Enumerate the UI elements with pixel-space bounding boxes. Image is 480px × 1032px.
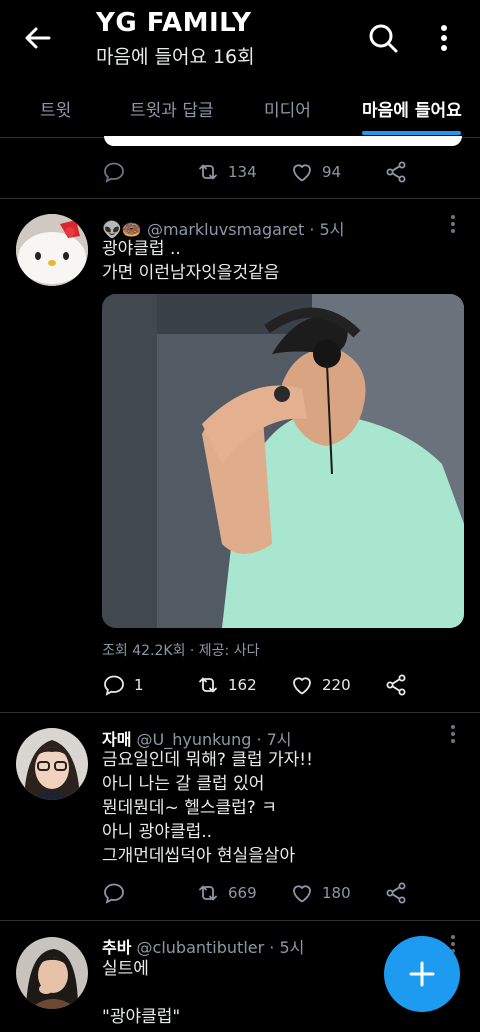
retweet-count: 162 [228, 676, 257, 694]
back-arrow-icon[interactable] [22, 22, 54, 54]
retweet-count: 669 [228, 884, 257, 902]
previous-tweet-card-edge[interactable] [104, 136, 462, 146]
compose-tweet-button[interactable] [384, 936, 460, 1012]
tweet-time: · 7시 [256, 730, 292, 749]
tweet-actions: 1 162 220 [102, 670, 422, 700]
heart-icon [293, 677, 311, 695]
profile-tabs: 트윗 트윗과 답글 미디어 마음에 들어요 [0, 78, 480, 138]
search-icon[interactable] [367, 22, 399, 54]
retweet-icon [199, 164, 217, 180]
like-button[interactable]: 94 [290, 157, 341, 187]
tweet-actions: 134 94 [102, 157, 422, 187]
like-count: 94 [322, 163, 342, 181]
tweet-header: 추바 @clubantibutler · 5시 [102, 934, 304, 958]
girl-with-glasses-avatar-image [16, 728, 88, 800]
tweet-text: 금요일인데 뭐해? 클럽 가자!! 아니 나는 갈 클럽 있어 뭔데뭔데~ 헬스… [102, 750, 313, 866]
reply-icon [104, 883, 124, 904]
reply-icon [104, 675, 124, 696]
more-vertical-icon[interactable] [432, 22, 456, 54]
man-with-headphones-image [102, 294, 464, 628]
share-button[interactable] [384, 878, 408, 908]
heart-icon [293, 164, 311, 182]
tweet-more-icon[interactable] [447, 214, 459, 234]
like-count: 220 [322, 676, 351, 694]
divider [0, 198, 480, 199]
tweet-text: 실트에 "광야클럽" [102, 959, 181, 1027]
display-name[interactable]: 자매 [102, 730, 131, 749]
tweet-text: 광야클럽 .. 가면 이런남자잇을것같음 [102, 239, 280, 283]
reply-button[interactable] [102, 878, 134, 908]
retweet-button[interactable]: 134 [196, 157, 257, 187]
retweet-icon [199, 885, 217, 901]
display-name[interactable]: 추바 [102, 938, 131, 957]
tweet-more-icon[interactable] [447, 724, 459, 744]
plus-icon [409, 961, 435, 987]
avatar[interactable] [16, 937, 88, 1009]
retweet-icon [199, 677, 217, 693]
tweet-time: · 5시 [269, 938, 305, 957]
retweet-count: 134 [228, 163, 257, 181]
reply-count: 1 [134, 676, 144, 694]
divider [0, 920, 480, 921]
like-count: 180 [322, 884, 351, 902]
tweet-handle[interactable]: @U_hyunkung [137, 730, 252, 749]
person-avatar-image [16, 937, 88, 1009]
share-icon [386, 161, 406, 183]
tweet-handle[interactable]: @clubantibutler [137, 938, 265, 957]
share-icon [386, 674, 406, 696]
like-button[interactable]: 220 [290, 670, 351, 700]
avatar[interactable] [16, 214, 88, 286]
heart-icon [293, 885, 311, 903]
retweet-button[interactable]: 669 [196, 878, 257, 908]
share-icon [386, 882, 406, 904]
tab-media[interactable]: 미디어 [264, 96, 311, 121]
reply-button[interactable]: 1 [102, 670, 144, 700]
active-tab-indicator [362, 131, 461, 135]
reply-icon [104, 162, 124, 183]
page-title: YG FAMILY [96, 8, 252, 38]
retweet-button[interactable]: 162 [196, 670, 257, 700]
share-button[interactable] [384, 157, 408, 187]
tab-likes[interactable]: 마음에 들어요 [362, 96, 462, 121]
like-button[interactable]: 180 [290, 878, 351, 908]
tab-tweets[interactable]: 트윗 [40, 96, 71, 121]
top-bar: YG FAMILY 마음에 들어요 16회 [0, 0, 480, 78]
tweet-actions: 669 180 [102, 878, 422, 908]
avatar[interactable] [16, 728, 88, 800]
tweet-video-media[interactable] [102, 294, 464, 628]
view-count: 조회 42.2K회 · 제공: 사다 [102, 643, 260, 659]
tweet-time: · 5시 [309, 220, 345, 239]
page-subtitle: 마음에 들어요 16회 [96, 46, 255, 68]
hello-kitty-avatar-image [16, 214, 88, 286]
tweet-header: 자매 @U_hyunkung · 7시 [102, 726, 292, 750]
divider [0, 712, 480, 713]
reply-button[interactable] [102, 157, 134, 187]
share-button[interactable] [384, 670, 408, 700]
tab-tweets-replies[interactable]: 트윗과 답글 [130, 96, 214, 121]
